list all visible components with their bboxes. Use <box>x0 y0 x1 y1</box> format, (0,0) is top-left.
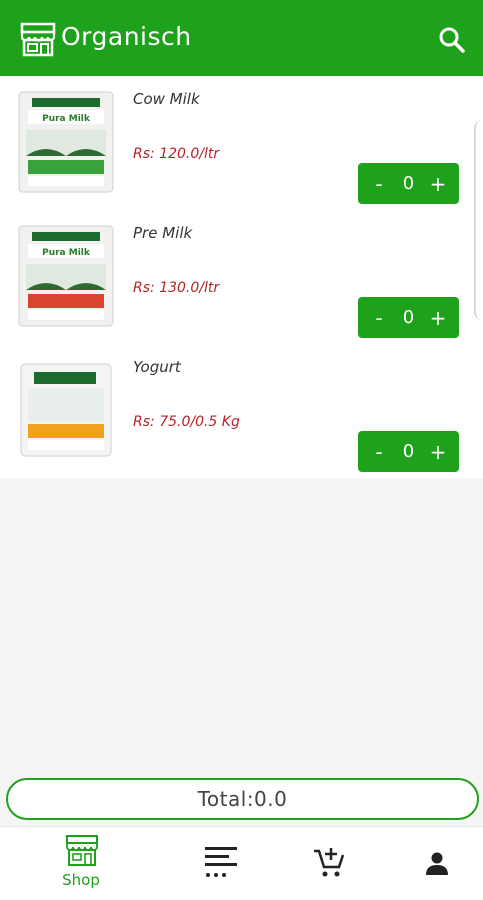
app-title: Organisch <box>61 22 192 51</box>
bottom-nav: Shop <box>0 826 483 900</box>
product-image-pre-milk: Pura Milk <box>18 225 114 327</box>
product-image-cow-milk: Pura Milk <box>18 91 114 193</box>
product-name: Yogurt <box>133 358 181 376</box>
decrement-button[interactable]: - <box>370 442 388 462</box>
app-bar: Organisch <box>0 0 483 76</box>
shop-logo-icon <box>20 22 56 57</box>
quantity-value: 0 <box>402 441 415 462</box>
product-price: Rs: 130.0/ltr <box>133 280 220 296</box>
decrement-button[interactable]: - <box>370 308 388 328</box>
product-list: Pura Milk Cow Milk Rs: 120.0/ltr - 0 + P… <box>0 76 483 478</box>
cart-add-icon <box>314 848 345 877</box>
quantity-value: 0 <box>402 307 415 328</box>
nav-shop[interactable]: Shop <box>41 827 121 900</box>
search-icon[interactable] <box>438 26 466 54</box>
increment-button[interactable]: + <box>429 442 447 462</box>
product-image-yogurt <box>20 363 112 457</box>
product-price: Rs: 75.0/0.5 Kg <box>133 414 240 430</box>
nav-shop-label: Shop <box>62 871 100 889</box>
product-row: Pura Milk Cow Milk Rs: 120.0/ltr - 0 + <box>0 76 483 210</box>
total-bar: Total:0.0 <box>6 778 479 820</box>
quantity-stepper: - 0 + <box>358 431 459 472</box>
total-amount: Total:0.0 <box>197 787 288 811</box>
decrement-button[interactable]: - <box>370 174 388 194</box>
profile-icon <box>426 852 448 875</box>
increment-button[interactable]: + <box>429 308 447 328</box>
increment-button[interactable]: + <box>429 174 447 194</box>
product-price: Rs: 120.0/ltr <box>133 146 220 162</box>
nav-list[interactable] <box>182 827 262 900</box>
product-name: Cow Milk <box>133 90 200 108</box>
list-icon <box>205 847 237 877</box>
product-row: Pura Milk Pre Milk Rs: 130.0/ltr - 0 + <box>0 210 483 344</box>
quantity-stepper: - 0 + <box>358 163 459 204</box>
product-name: Pre Milk <box>133 224 193 242</box>
svg-text:Pura Milk: Pura Milk <box>42 248 91 258</box>
scroll-edge <box>474 120 483 320</box>
nav-cart[interactable] <box>290 827 370 900</box>
svg-text:Pura Milk: Pura Milk <box>42 114 91 124</box>
shop-icon <box>66 835 98 866</box>
nav-profile[interactable] <box>397 827 477 900</box>
quantity-value: 0 <box>402 173 415 194</box>
product-row: Yogurt Rs: 75.0/0.5 Kg - 0 + <box>0 344 483 478</box>
quantity-stepper: - 0 + <box>358 297 459 338</box>
